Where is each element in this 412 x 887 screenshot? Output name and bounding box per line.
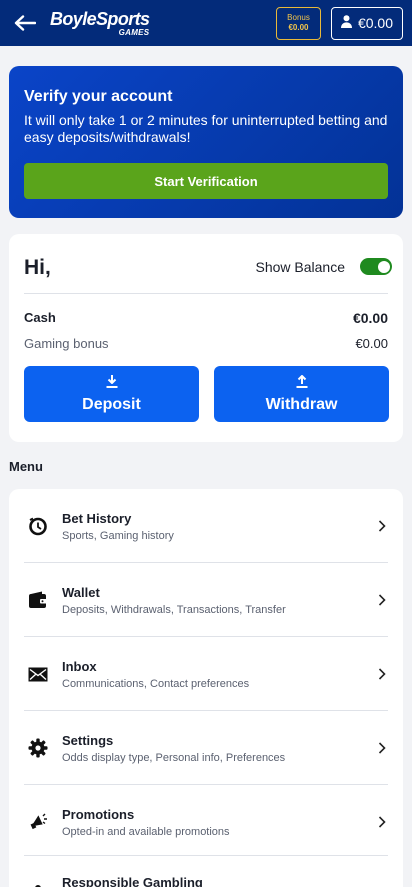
menu-item-subtitle: Communications, Contact preferences: [62, 677, 250, 690]
bonus-value: €0.00: [288, 23, 309, 32]
withdraw-label: Withdraw: [265, 395, 338, 413]
wallet-icon: [24, 586, 52, 614]
account-summary-card: Hi, Show Balance Cash €0.00 Gaming bonus…: [9, 234, 403, 442]
gaming-bonus-row: Gaming bonus €0.00: [24, 336, 388, 351]
balance-value: €0.00: [357, 15, 394, 31]
menu-item-inbox[interactable]: Inbox Communications, Contact preference…: [24, 637, 388, 711]
menu-item-title: Promotions: [62, 806, 135, 822]
divider: [24, 293, 388, 294]
start-verification-button[interactable]: Start Verification: [24, 163, 388, 199]
person-icon: [24, 875, 52, 887]
gaming-bonus-value: €0.00: [355, 336, 388, 351]
menu-item-title: Settings: [62, 732, 114, 748]
show-balance-toggle[interactable]: [360, 258, 392, 275]
verify-account-banner: Verify your account It will only take 1 …: [9, 66, 403, 218]
menu-list: Bet History Sports, Gaming history Walle…: [9, 489, 403, 887]
menu-item-promotions[interactable]: Promotions Opted-in and available promot…: [24, 785, 388, 859]
chevron-right-icon: [376, 520, 388, 532]
app-header: BoyleSports GAMES Bonus €0.00 €0.00: [0, 0, 412, 46]
show-balance-control: Show Balance: [255, 258, 392, 275]
brand-logo[interactable]: BoyleSports GAMES: [50, 8, 150, 37]
menu-item-responsible-gambling[interactable]: Responsible Gambling: [24, 856, 388, 887]
chevron-right-icon: [376, 594, 388, 606]
chevron-right-icon: [376, 668, 388, 680]
back-arrow-icon[interactable]: [12, 10, 38, 36]
deposit-label: Deposit: [82, 395, 141, 413]
envelope-icon: [24, 660, 52, 688]
menu-title: Menu: [9, 459, 43, 474]
withdraw-button[interactable]: Withdraw: [214, 366, 389, 422]
menu-item-wallet[interactable]: Wallet Deposits, Withdrawals, Transactio…: [24, 563, 388, 637]
menu-item-subtitle: Deposits, Withdrawals, Transactions, Tra…: [62, 603, 286, 616]
cash-row: Cash €0.00: [24, 310, 388, 326]
greeting: Hi,: [24, 256, 51, 279]
user-icon: [340, 15, 352, 31]
menu-item-subtitle: Opted-in and available promotions: [62, 825, 230, 838]
deposit-button[interactable]: Deposit: [24, 366, 199, 422]
clock-history-icon: [24, 512, 52, 540]
menu-item-title: Inbox: [62, 658, 97, 674]
megaphone-icon: [24, 808, 52, 836]
gaming-bonus-label: Gaming bonus: [24, 336, 109, 351]
menu-item-title: Wallet: [62, 584, 100, 600]
upload-icon: [296, 374, 308, 393]
show-balance-label: Show Balance: [255, 258, 345, 275]
menu-item-bet-history[interactable]: Bet History Sports, Gaming history: [24, 489, 388, 563]
menu-item-subtitle: Odds display type, Personal info, Prefer…: [62, 751, 286, 764]
bonus-balance-button[interactable]: Bonus €0.00: [276, 6, 321, 40]
menu-item-title: Bet History: [62, 510, 132, 526]
account-balance-button[interactable]: €0.00: [331, 6, 403, 40]
menu-item-subtitle: Sports, Gaming history: [62, 529, 174, 542]
download-icon: [106, 374, 118, 393]
cash-value: €0.00: [352, 310, 388, 326]
brand-logo-text: BoyleSports: [50, 8, 150, 29]
brand-logo-subtext: GAMES: [118, 27, 150, 37]
cash-label: Cash: [24, 310, 56, 325]
menu-item-settings[interactable]: Settings Odds display type, Personal inf…: [24, 711, 388, 785]
verify-text: It will only take 1 or 2 minutes for uni…: [24, 112, 388, 145]
bonus-label: Bonus: [287, 13, 310, 22]
verify-title: Verify your account: [24, 88, 173, 105]
chevron-right-icon: [376, 742, 388, 754]
chevron-right-icon: [376, 816, 388, 828]
menu-item-title: Responsible Gambling: [62, 875, 203, 887]
gear-icon: [24, 734, 52, 762]
